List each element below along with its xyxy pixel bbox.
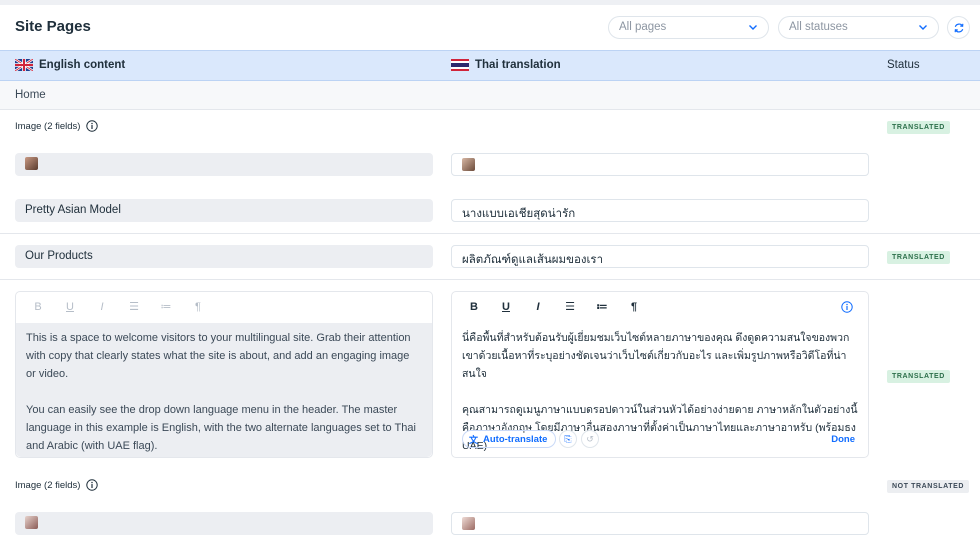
row-divider <box>0 233 980 234</box>
status-badge: NOT TRANSLATED <box>887 480 970 493</box>
target-rich-text-input[interactable]: นี่คือพื้นที่สำหรับต้อนรับผู้เยี่ยมชมเว็… <box>452 323 868 452</box>
target-column-label: Thai translation <box>475 59 561 71</box>
source-rich-text: This is a space to welcome visitors to y… <box>16 323 432 457</box>
chevron-down-icon <box>749 25 757 30</box>
source-column-header: English content <box>15 59 125 71</box>
target-products-input[interactable]: ผลิตภัณฑ์ดูแลเส้นผมของเรา <box>451 245 869 268</box>
paragraph-direction-icon: ¶ <box>195 301 201 313</box>
target-paragraph[interactable]: นี่คือพื้นที่สำหรับต้อนรับผู้เยี่ยมชมเว็… <box>462 329 858 383</box>
info-icon[interactable] <box>841 301 853 313</box>
image-group-label: Image (2 fields) <box>15 479 99 491</box>
auto-translate-button[interactable]: 文 Auto-translate <box>462 430 557 448</box>
target-rich-text-editor[interactable]: B U I ☰ ≔ ¶ นี่คือพื้นที่สำหรับต้อนรับผู… <box>451 291 869 458</box>
target-column-header: Thai translation <box>451 59 561 71</box>
image-thumbnail <box>462 158 475 171</box>
page-name-row: Home <box>0 81 980 110</box>
paragraph-direction-icon[interactable]: ¶ <box>628 301 640 313</box>
bullet-list-icon[interactable]: ≔ <box>596 301 608 313</box>
image-thumbnail <box>462 517 475 530</box>
status-filter-dropdown[interactable]: All statuses <box>778 16 939 39</box>
source-paragraph: You can easily see the drop down languag… <box>26 404 416 452</box>
source-column-label: English content <box>39 59 126 71</box>
underline-icon: U <box>66 301 74 313</box>
pages-filter-value: All pages <box>619 21 667 33</box>
image-group-label-text: Image (2 fields) <box>15 120 81 132</box>
bold-icon: B <box>34 301 42 313</box>
undo-icon[interactable]: ↺ <box>581 430 599 448</box>
status-badge: TRANSLATED <box>887 121 950 134</box>
status-badge: TRANSLATED <box>887 251 950 264</box>
source-rich-text-editor: B U I ☰ ≔ ¶ This is a space to welcome v… <box>15 291 433 458</box>
refresh-icon <box>954 23 964 33</box>
info-icon[interactable] <box>86 479 99 491</box>
auto-translate-label: Auto-translate <box>483 433 548 445</box>
align-icon: ☰ <box>129 301 139 313</box>
done-button[interactable]: Done <box>831 434 855 445</box>
status-column-label: Status <box>887 59 920 71</box>
align-icon[interactable]: ☰ <box>564 301 576 313</box>
translate-icon: 文 <box>469 434 479 445</box>
image-group-label: Image (2 fields) <box>15 120 99 132</box>
uk-flag-icon <box>15 59 33 71</box>
bold-icon[interactable]: B <box>468 301 480 313</box>
status-badge: TRANSLATED <box>887 370 950 383</box>
italic-icon: I <box>100 301 104 313</box>
target-toolbar: B U I ☰ ≔ ¶ <box>452 292 868 322</box>
image-thumbnail <box>25 516 38 529</box>
underline-icon[interactable]: U <box>500 301 512 313</box>
target-image-field[interactable] <box>451 512 869 535</box>
column-header: English content Thai translation Status <box>0 50 980 81</box>
page-name: Home <box>15 89 46 101</box>
target-image-field[interactable] <box>451 153 869 176</box>
page-header: Site Pages All pages All statuses <box>0 5 980 50</box>
status-filter-value: All statuses <box>789 21 848 33</box>
source-image-field <box>15 512 433 535</box>
pages-filter-dropdown[interactable]: All pages <box>608 16 769 39</box>
thai-flag-icon <box>451 59 469 71</box>
target-alt-text-input[interactable]: นางแบบเอเชียสุดน่ารัก <box>451 199 869 222</box>
source-toolbar: B U I ☰ ≔ ¶ <box>16 292 432 322</box>
image-group-label-text: Image (2 fields) <box>15 479 81 491</box>
italic-icon[interactable]: I <box>532 301 544 313</box>
page-title: Site Pages <box>15 18 91 35</box>
chevron-down-icon <box>919 25 927 30</box>
source-alt-text-field: Pretty Asian Model <box>15 199 433 222</box>
source-image-field <box>15 153 433 176</box>
source-products-field: Our Products <box>15 245 433 268</box>
refresh-button[interactable] <box>947 16 970 39</box>
info-icon[interactable] <box>86 120 99 132</box>
editor-footer: 文 Auto-translate ⎘ ↺ Done <box>452 421 868 457</box>
row-divider <box>0 279 980 280</box>
source-paragraph: This is a space to welcome visitors to y… <box>26 332 411 380</box>
copy-source-icon[interactable]: ⎘ <box>559 430 577 448</box>
image-thumbnail <box>25 157 38 170</box>
bullet-list-icon: ≔ <box>160 301 172 313</box>
